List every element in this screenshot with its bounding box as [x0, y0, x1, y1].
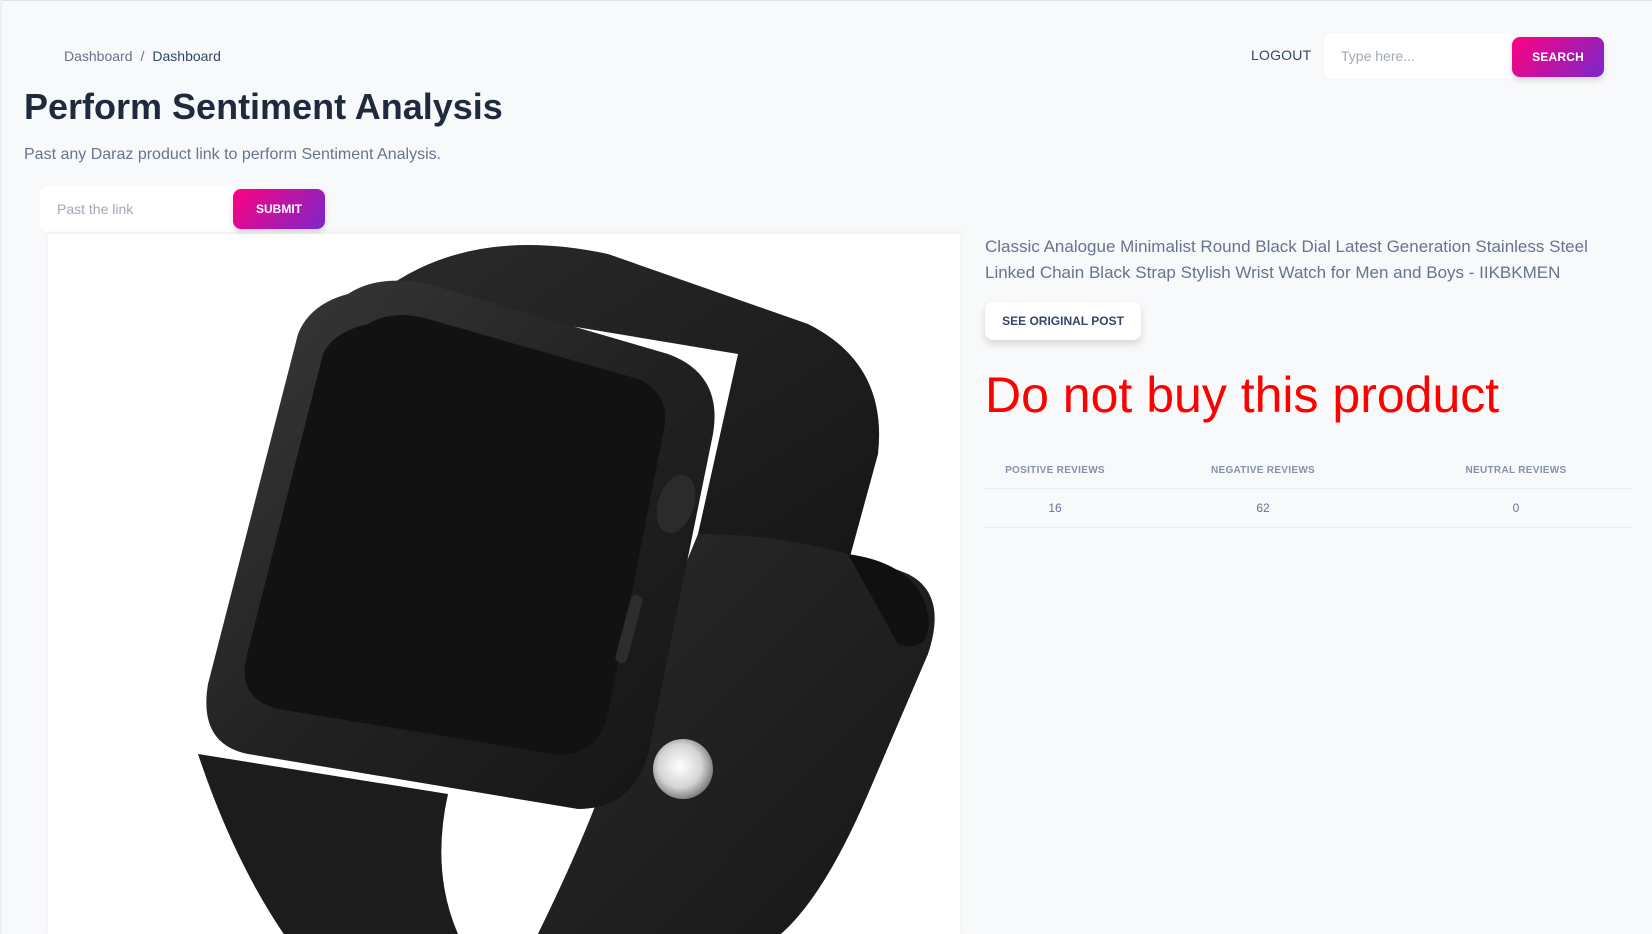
see-original-post-button[interactable]: SEE ORIGINAL POST	[985, 302, 1141, 340]
logout-link[interactable]: LOGOUT	[1251, 47, 1311, 63]
product-image-card	[48, 234, 960, 934]
search-button[interactable]: SEARCH	[1512, 37, 1604, 77]
table-header-row: POSITIVE REVIEWS NEGATIVE REVIEWS NEUTRA…	[985, 452, 1631, 489]
breadcrumb-separator: /	[140, 48, 145, 64]
neutral-reviews-header: NEUTRAL REVIEWS	[1401, 452, 1631, 489]
smartwatch-image	[198, 245, 935, 934]
sidebar-edge	[0, 0, 2, 934]
breadcrumb: Dashboard / Dashboard	[64, 48, 221, 64]
product-link-input[interactable]	[40, 186, 236, 232]
page-subtitle: Past any Daraz product link to perform S…	[24, 146, 442, 163]
table-row: 16 62 0	[985, 488, 1631, 528]
breadcrumb-dashboard-link[interactable]: Dashboard	[64, 48, 133, 64]
top-divider	[0, 0, 1652, 1]
negative-reviews-header: NEGATIVE REVIEWS	[1125, 452, 1401, 489]
product-title: Classic Analogue Minimalist Round Black …	[985, 237, 1588, 282]
page-title: Perform Sentiment Analysis	[24, 86, 503, 127]
search-input[interactable]	[1324, 33, 1516, 79]
navbar-right: LOGOUT SEARCH	[1232, 33, 1652, 79]
reviews-table: POSITIVE REVIEWS NEGATIVE REVIEWS NEUTRA…	[985, 452, 1631, 528]
positive-reviews-count: 16	[985, 488, 1125, 528]
verdict-text: Do not buy this product	[985, 367, 1500, 423]
submit-button[interactable]: SUBMIT	[233, 189, 325, 229]
positive-reviews-header: POSITIVE REVIEWS	[985, 452, 1125, 489]
neutral-reviews-count: 0	[1401, 488, 1631, 528]
negative-reviews-count: 62	[1125, 488, 1401, 528]
breadcrumb-current: Dashboard	[152, 48, 221, 64]
